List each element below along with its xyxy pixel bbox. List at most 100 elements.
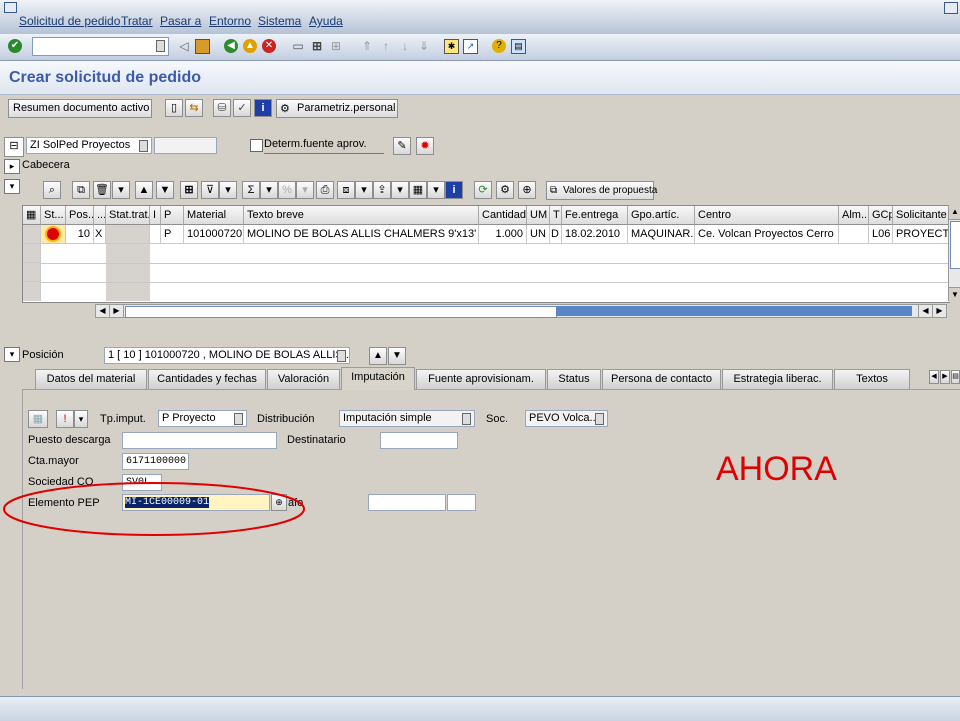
grid-print-icon[interactable]: ⎙ [316,181,334,199]
col-header-stat[interactable]: Stat.trat. [106,206,150,225]
position-up-icon[interactable]: ▲ [369,347,387,365]
cell-um[interactable]: UN [527,225,550,244]
tab-textos[interactable]: Textos [834,369,910,389]
info-icon[interactable]: i [254,99,272,117]
cell-gpo[interactable]: MAQUINAR... [628,225,695,244]
previous-page-icon[interactable]: ↑ [378,38,394,54]
system-menu-icon[interactable] [4,2,17,13]
col-header-c3[interactable]: ... [94,206,106,225]
col-header-fecha[interactable]: Fe.entrega [562,206,628,225]
back-arrow-small-icon[interactable]: ◁ [176,38,192,54]
tab-persona-contacto[interactable]: Persona de contacto [602,369,721,389]
col-header-gpo[interactable]: Gpo.artíc. [628,206,695,225]
grid-view-icon[interactable]: ▦ [28,410,48,428]
print-icon[interactable]: ▭ [290,38,306,54]
doc-type-dropdown-icon[interactable] [139,140,148,152]
command-field[interactable] [32,37,169,56]
col-header-material[interactable]: Material [184,206,244,225]
tab-status[interactable]: Status [547,369,601,389]
find-next-icon[interactable]: ⊞ [328,38,344,54]
menu-solicitud-de-pedido[interactable]: Solicitud de pedido [19,14,120,28]
sort-desc-icon[interactable]: ▼ [156,181,174,199]
cell-centro[interactable]: Ce. Volcan Proyectos Cerro [695,225,839,244]
col-header-cantidad[interactable]: Cantidad [479,206,527,225]
col-header-solicitante[interactable]: Solicitante [893,206,949,225]
cell-p[interactable]: P [161,225,184,244]
grid-vertical-scrollbar[interactable]: ▲ ▼ [948,205,960,302]
new-document-icon[interactable]: ▯ [165,99,183,117]
shortcut-icon[interactable]: ↗ [463,39,478,54]
scroll-right-small-icon[interactable]: ▶ [110,305,124,317]
exit-icon[interactable]: ▲ [243,39,257,53]
command-dropdown-icon[interactable] [156,40,165,52]
first-page-icon[interactable]: ⇑ [359,38,375,54]
doc-number-field[interactable] [154,137,217,154]
save-icon[interactable] [195,39,210,54]
delete-row-menu-icon[interactable]: ▾ [112,181,130,199]
scroll-down-icon[interactable]: ▼ [949,287,960,302]
enter-check-icon[interactable]: ✔ [8,39,22,53]
row-selector-header-icon[interactable]: ▦ [23,206,41,225]
cell-material[interactable]: 101000720 [184,225,244,244]
grid-horizontal-scrollbar[interactable]: ◀ ▶ ◀ ▶ [95,304,947,318]
other-document-icon[interactable]: ⇆ [185,99,203,117]
tab-datos-material[interactable]: Datos del material [35,369,147,389]
add-item-icon[interactable]: ⊕ [518,181,536,199]
menu-ayuda[interactable]: Ayuda [309,14,343,28]
h-scroll-thumb[interactable] [125,306,557,318]
alert-menu-icon[interactable]: ▾ [74,410,88,428]
delete-row-icon[interactable]: 🗑 [93,181,111,199]
tab-list-icon[interactable]: ▤ [951,370,960,384]
cta-mayor-field[interactable]: 6171100000 [122,453,189,470]
position-dropdown-icon[interactable] [337,350,346,362]
doc-type-select[interactable]: ZI SolPed Proyectos [26,137,152,154]
grid-find-icon[interactable]: ⊞ [180,181,198,199]
col-header-t[interactable]: T [550,206,562,225]
next-page-icon[interactable]: ↓ [397,38,413,54]
soc-dropdown-icon[interactable] [595,413,604,425]
layout-menu-icon-grid[interactable]: ▾ [427,181,445,199]
cell-fecha[interactable]: 18.02.2010 [562,225,628,244]
tab-scroll-right-icon[interactable]: ▶ [940,370,950,384]
scroll-thumb[interactable] [950,221,960,269]
export-menu-icon[interactable]: ▾ [391,181,409,199]
tab-cantidades-fechas[interactable]: Cantidades y fechas [148,369,266,389]
col-header-gcp[interactable]: GCp [869,206,893,225]
views-menu-icon[interactable]: ▾ [355,181,373,199]
export-icon[interactable]: ⇪ [373,181,391,199]
cell-solicitante[interactable]: PROYECTO [893,225,949,244]
doc-edit-icon[interactable]: ✎ [393,137,411,155]
subtotal-icon[interactable]: % [278,181,296,199]
cell-c3[interactable]: X [94,225,106,244]
position-collapse-icon[interactable]: ▾ [4,347,20,362]
col-header-alm[interactable]: Alm... [839,206,869,225]
cell-alm[interactable] [839,225,869,244]
cell-i[interactable] [150,225,161,244]
cell-gcp[interactable]: L06 [869,225,893,244]
views-icon[interactable]: ⧈ [337,181,355,199]
cabecera-expand-icon[interactable]: ▸ [4,159,20,174]
check-document-icon[interactable]: ✓ [233,99,251,117]
tab-estrategia-liberac[interactable]: Estrategia liberac. [722,369,833,389]
tab-imputacion[interactable]: Imputación [341,367,415,390]
back-icon[interactable]: ◀ [224,39,238,53]
afo-extra-field[interactable] [447,494,476,511]
sum-menu-icon[interactable]: ▾ [260,181,278,199]
items-collapse-icon[interactable]: ▾ [4,179,20,194]
afo-field[interactable] [368,494,446,511]
layout-icon[interactable]: ▦ [409,181,427,199]
window-close-icon[interactable] [944,2,958,14]
distribucion-dropdown-icon[interactable] [462,413,471,425]
menu-tratar[interactable]: Tratar [121,14,153,28]
filter-menu-icon[interactable]: ▾ [219,181,237,199]
soc-select[interactable]: PEVO Volca... [525,410,608,427]
table-row[interactable] [41,225,66,244]
col-header-centro[interactable]: Centro [695,206,839,225]
create-session-icon[interactable]: ✱ [444,39,459,54]
parametriz-personal-button[interactable]: ⚙ Parametriz.personal [276,99,398,118]
position-select[interactable]: 1 [ 10 ] 101000720 , MOLINO DE BOLAS ALL… [104,347,350,364]
copy-row-icon[interactable]: ⧉ [72,181,90,199]
cell-cantidad[interactable]: 1.000 [479,225,527,244]
scroll-end-right-icon[interactable]: ▶ [932,305,946,317]
tab-valoracion[interactable]: Valoración [267,369,340,389]
